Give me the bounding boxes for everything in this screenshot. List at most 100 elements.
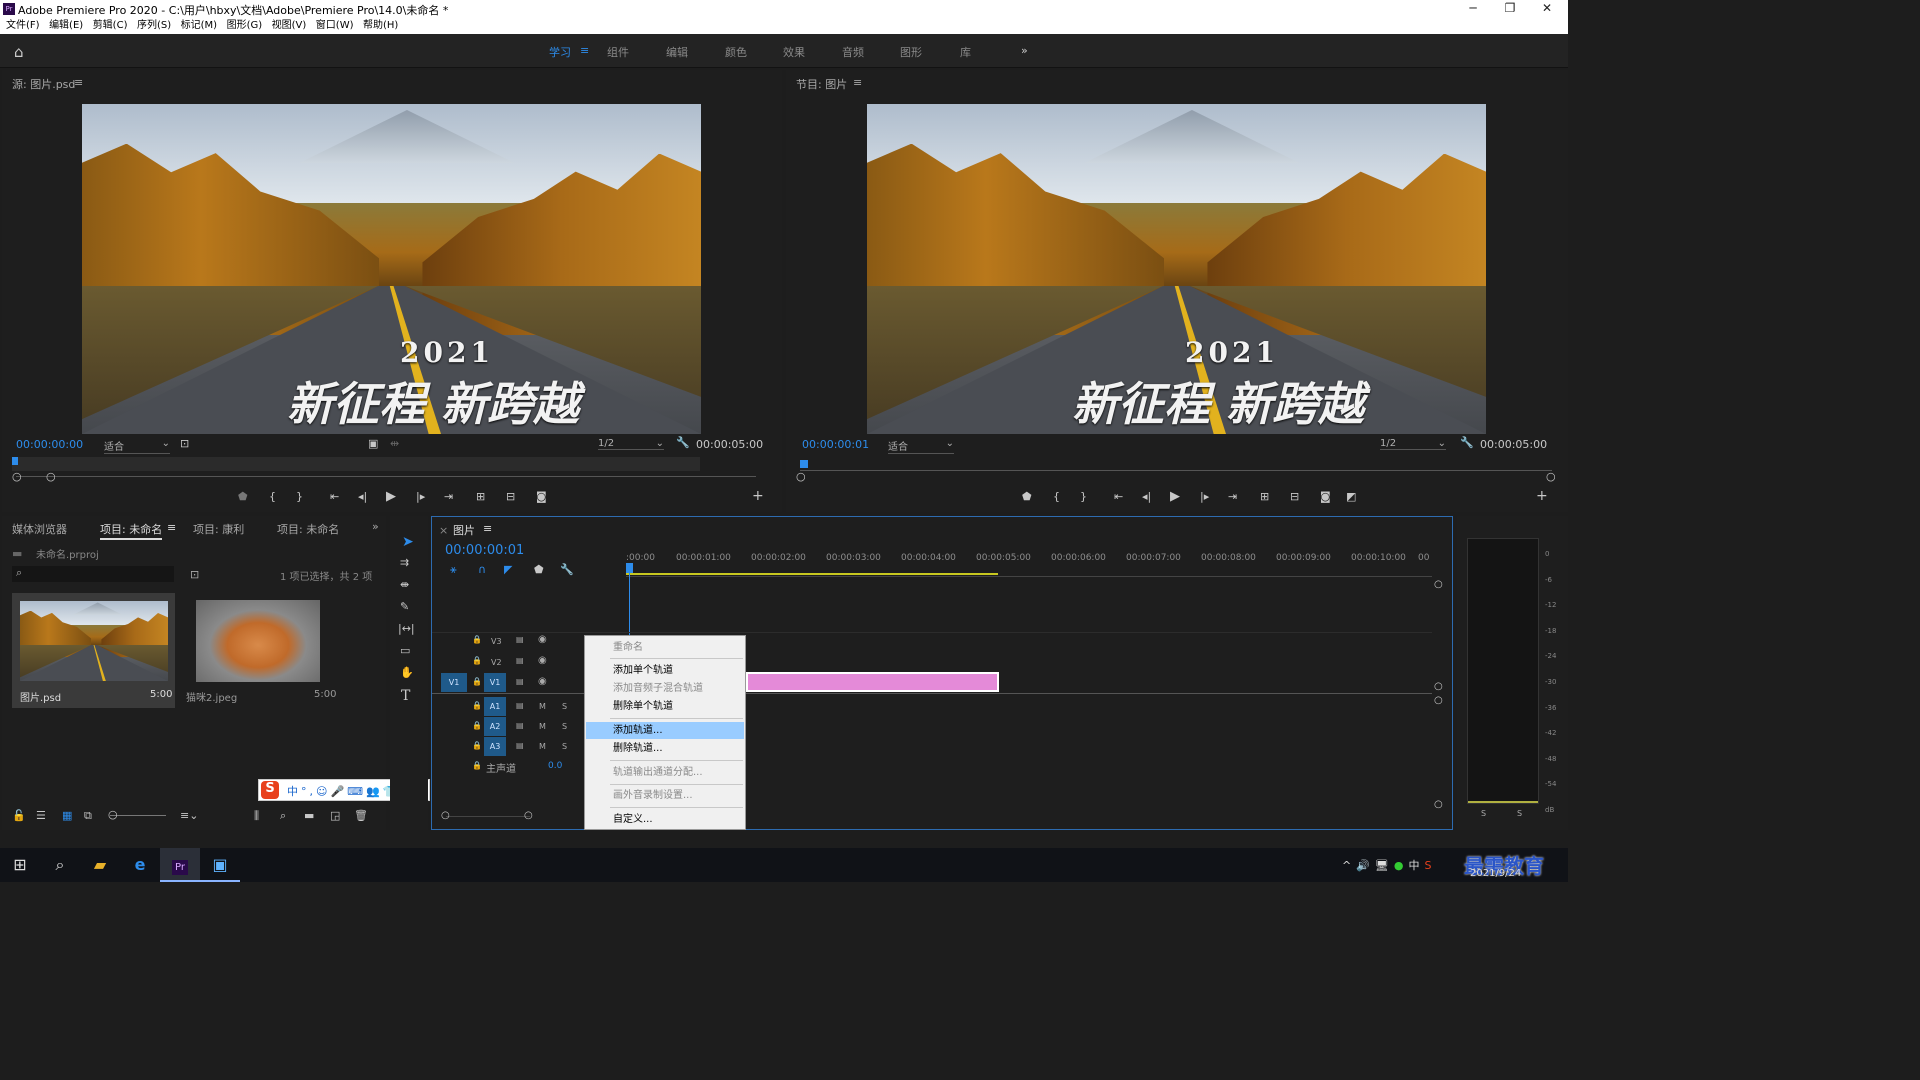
program-quality-dropdown[interactable]: 1/2 ⌄ (1380, 438, 1446, 450)
project-item[interactable]: 猫咪2.jpeg 5:00 (180, 593, 340, 708)
tab-project-untitled[interactable]: 项目: 未命名 (100, 521, 163, 540)
extract-icon[interactable]: ⊟ (1290, 490, 1299, 503)
menu-clip[interactable]: 剪辑(C) (93, 18, 128, 34)
source-timecode[interactable]: 00:00:00:00 (16, 438, 83, 451)
program-timecode[interactable]: 00:00:00:01 (802, 438, 869, 451)
sync-lock-icon[interactable]: ▤ (516, 656, 524, 665)
timeline-tab[interactable]: 图片 (453, 522, 475, 538)
source-menu-icon[interactable]: ≡ (74, 76, 83, 89)
program-menu-icon[interactable]: ≡ (853, 76, 862, 89)
menu-item-output-channel[interactable]: 轨道输出通道分配... (586, 764, 744, 781)
more-panels-icon[interactable]: » (372, 520, 379, 533)
program-fit-dropdown[interactable]: 适合 ⌄ (888, 438, 954, 454)
file-explorer-icon[interactable]: ▰ (80, 848, 120, 882)
step-forward-icon[interactable]: |▸ (416, 490, 425, 503)
track-label-a1[interactable]: A1 (484, 697, 506, 716)
go-to-in-icon[interactable]: ⇤ (1114, 490, 1123, 503)
ime-voice-icon[interactable]: 🎤 (330, 785, 347, 798)
lock-icon[interactable]: 🔒 (472, 761, 482, 770)
horizontal-zoom-bar[interactable] (446, 816, 530, 817)
menu-help[interactable]: 帮助(H) (363, 18, 398, 34)
sync-lock-icon[interactable]: ▤ (516, 677, 524, 686)
system-tray[interactable]: ^🔊🖥●中S (1342, 857, 1436, 873)
sync-lock-icon[interactable]: ▤ (516, 635, 524, 644)
time-ruler[interactable]: :00:00 00:00:01:00 00:00:02:00 00:00:03:… (626, 551, 1432, 577)
menu-item-delete-single-track[interactable]: 删除单个轨道 (586, 698, 744, 715)
track-label-v1[interactable]: V1 (484, 673, 506, 692)
slip-tool-icon[interactable]: |↔| (398, 622, 415, 635)
snap-icon[interactable]: ∩ (478, 563, 486, 576)
menu-item-voiceover-settings[interactable]: 画外音录制设置... (586, 787, 744, 804)
tab-audio[interactable]: 音频 (842, 44, 864, 60)
add-marker-icon[interactable]: ⬟ (534, 563, 544, 576)
menu-markers[interactable]: 标记(M) (181, 18, 217, 34)
master-volume-value[interactable]: 0.0 (548, 761, 562, 771)
icon-view-icon[interactable]: ▦ (62, 809, 72, 822)
menu-window[interactable]: 窗口(W) (316, 18, 354, 34)
zoom-handle-left[interactable]: ○ (441, 810, 450, 821)
sogou-ime-icon[interactable]: S (261, 781, 279, 799)
eye-icon[interactable]: ◉ (538, 676, 547, 687)
tab-graphics[interactable]: 图形 (900, 44, 922, 60)
track-label-a3[interactable]: A3 (484, 737, 506, 756)
work-area-bar[interactable] (626, 573, 998, 575)
app-window-icon[interactable]: ▣ (200, 848, 240, 882)
nest-icon[interactable]: ⚹ (450, 563, 457, 577)
lift-icon[interactable]: ⊞ (1260, 490, 1269, 503)
minimize-button[interactable]: ─ (1458, 1, 1488, 17)
solo-button[interactable]: S (562, 702, 567, 711)
menu-item-customize[interactable]: 自定义... (586, 811, 744, 828)
solo-right-button[interactable]: S (1517, 809, 1522, 818)
scroll-handle[interactable]: ○ (1434, 695, 1443, 706)
mark-in-icon[interactable]: { (269, 490, 276, 503)
premiere-taskbar-icon[interactable]: Pr (160, 848, 200, 882)
tab-media-browser[interactable]: 媒体浏览器 (12, 521, 67, 537)
tab-learning[interactable]: 学习 (549, 44, 571, 60)
solo-button[interactable]: S (562, 742, 567, 751)
maximize-button[interactable]: ❐ (1495, 1, 1525, 17)
add-button-icon[interactable]: + (1536, 488, 1548, 504)
camera-icon[interactable]: ◙ (1320, 490, 1331, 503)
track-select-tool-icon[interactable]: ⇉ (400, 556, 409, 569)
menu-view[interactable]: 视图(V) (272, 18, 307, 34)
mark-out-icon[interactable]: } (296, 490, 303, 503)
source-quality-dropdown[interactable]: 1/2 ⌄ (598, 438, 664, 450)
search-icon[interactable]: ⌕ (40, 848, 80, 882)
lock-icon[interactable]: 🔒 (472, 741, 482, 750)
add-marker-icon[interactable]: ⬟ (1022, 490, 1032, 503)
wrench-icon[interactable]: 🔧 (676, 436, 690, 449)
ime-keyboard-icon[interactable]: ⌨ (347, 785, 366, 798)
new-bin-from-search-icon[interactable]: ⊡ (190, 568, 199, 581)
freeform-view-icon[interactable]: ⧉ (84, 809, 92, 823)
menu-edit[interactable]: 编辑(E) (49, 18, 83, 34)
mute-button[interactable]: M (539, 702, 546, 711)
razor-tool-icon[interactable]: ✎ (400, 600, 409, 613)
automate-icon[interactable]: ⫼ (254, 809, 259, 823)
menu-item-add-tracks[interactable]: 添加轨道... (586, 722, 744, 739)
lock-icon[interactable]: 🔒 (472, 656, 482, 665)
lock-icon[interactable]: 🔒 (472, 677, 482, 686)
tab-project-untitled-2[interactable]: 项目: 未命名 (277, 521, 339, 537)
ime-punct-icon[interactable]: °, (301, 785, 316, 798)
step-forward-icon[interactable]: |▸ (1200, 490, 1209, 503)
tab-project-kangli[interactable]: 项目: 康利 (193, 521, 244, 537)
tab-editing[interactable]: 编辑 (666, 44, 688, 60)
tab-libraries[interactable]: 库 (960, 44, 971, 60)
menu-file[interactable]: 文件(F) (6, 18, 40, 34)
insert-icon[interactable]: ⊞ (476, 490, 485, 503)
menu-item-delete-tracks[interactable]: 删除轨道... (586, 740, 744, 757)
go-to-out-icon[interactable]: ⇥ (444, 490, 453, 503)
sync-lock-icon[interactable]: ▤ (516, 741, 524, 750)
go-to-out-icon[interactable]: ⇥ (1228, 490, 1237, 503)
mark-in-icon[interactable]: { (1053, 490, 1060, 503)
eye-icon[interactable]: ◉ (538, 634, 547, 645)
timeline-timecode[interactable]: 00:00:00:01 (445, 543, 524, 558)
ime-chinese-icon[interactable]: 中 (287, 785, 301, 798)
start-icon[interactable]: ⊞ (0, 848, 40, 882)
project-search-input[interactable]: ⌕ (12, 566, 174, 582)
new-bin-icon[interactable]: ▬ (304, 809, 314, 822)
zoom-handle-right[interactable]: ○ (524, 810, 533, 821)
eye-icon[interactable]: ◉ (538, 655, 547, 666)
mute-button[interactable]: M (539, 722, 546, 731)
edge-icon[interactable]: e (120, 848, 160, 882)
